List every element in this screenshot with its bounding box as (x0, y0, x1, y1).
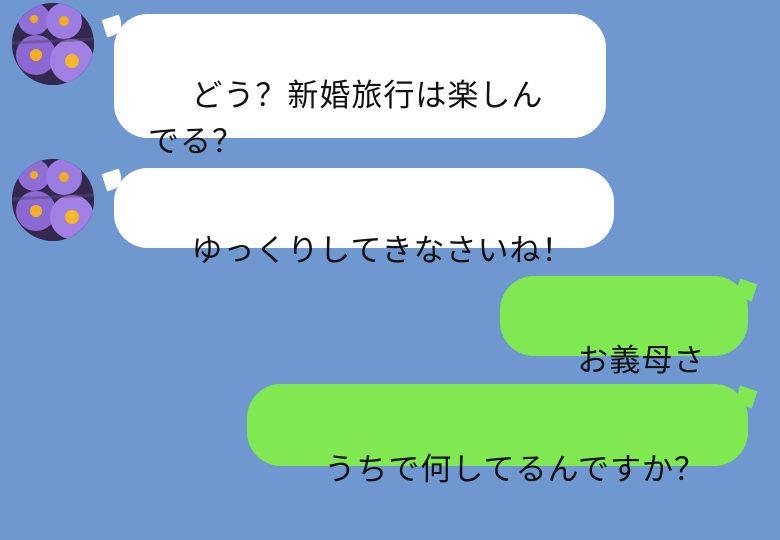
incoming-message-bubble[interactable]: ゆっくりしてきなさいね！ (114, 168, 614, 269)
flower-avatar-icon (12, 159, 94, 241)
outgoing-message-bubble[interactable]: うちで何してるんですか？ (247, 384, 748, 488)
sender-avatar[interactable] (12, 3, 94, 85)
outgoing-message-bubble[interactable]: お義母さん (500, 276, 748, 425)
message-text: うちで何してるんですか？ (324, 451, 706, 488)
incoming-message-bubble[interactable]: どう？新婚旅行は楽しんでる？ (114, 14, 606, 160)
sender-avatar[interactable] (12, 159, 94, 241)
flower-avatar-icon (12, 3, 94, 85)
message-text: どう？新婚旅行は楽しんでる？ (148, 77, 544, 160)
message-text: ゆっくりしてきなさいね！ (191, 232, 574, 269)
chat-thread: どう？新婚旅行は楽しんでる？ ゆっくりしてきなさいね！ お義母さん うちで何して… (0, 0, 780, 488)
